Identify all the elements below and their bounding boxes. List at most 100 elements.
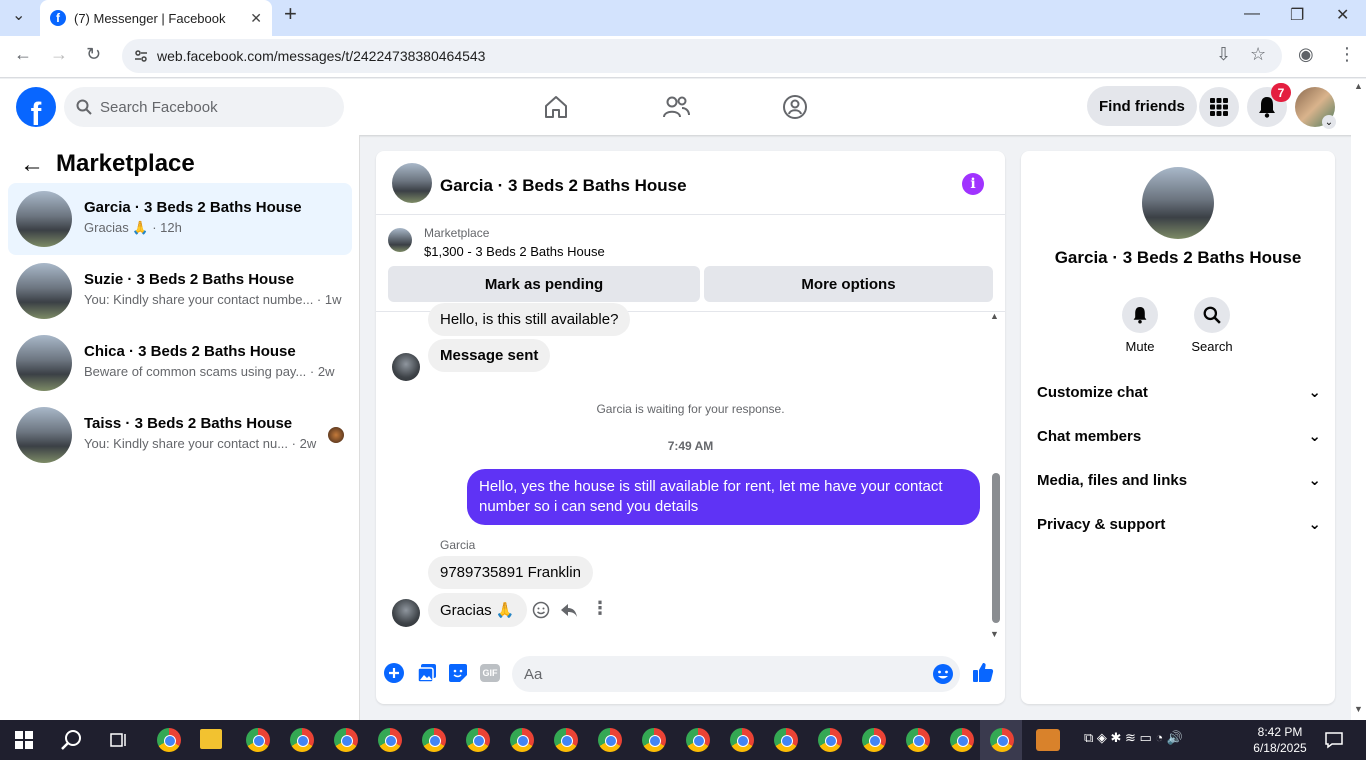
scroll-down-icon[interactable]: ▼ bbox=[990, 629, 999, 639]
photo-icon[interactable] bbox=[417, 663, 437, 683]
listing-thumbnail bbox=[16, 191, 72, 247]
bookmark-star-icon[interactable]: ☆ bbox=[1250, 44, 1266, 65]
chrome-taskbar-icon[interactable] bbox=[730, 728, 754, 752]
facebook-search[interactable]: Search Facebook bbox=[64, 87, 344, 127]
incoming-message[interactable]: 9789735891 Franklin bbox=[428, 556, 593, 589]
action-center-icon[interactable] bbox=[1325, 731, 1343, 749]
back-arrow-icon[interactable]: ← bbox=[20, 151, 44, 179]
chrome-taskbar-icon[interactable] bbox=[554, 728, 578, 752]
tab-title: (7) Messenger | Facebook bbox=[74, 10, 226, 26]
row-label: Chat members bbox=[1037, 427, 1142, 445]
chrome-taskbar-icon[interactable] bbox=[906, 728, 930, 752]
tab-list-chevron-icon[interactable]: ⌄ bbox=[12, 5, 25, 25]
browser-menu-icon[interactable]: ⋮ bbox=[1338, 44, 1356, 65]
search-label: Search bbox=[1191, 339, 1233, 354]
incoming-message[interactable]: Message sent bbox=[428, 339, 551, 372]
file-explorer-icon[interactable] bbox=[200, 729, 222, 749]
chrome-taskbar-icon[interactable] bbox=[774, 728, 798, 752]
close-tab-icon[interactable]: ✕ bbox=[250, 10, 262, 27]
more-options-button[interactable]: More options bbox=[704, 266, 993, 302]
gif-icon[interactable]: GIF bbox=[480, 664, 500, 682]
chrome-taskbar-icon[interactable] bbox=[642, 728, 666, 752]
menu-grid-icon[interactable] bbox=[1199, 87, 1239, 127]
profile-icon[interactable]: ◉ bbox=[1298, 44, 1314, 65]
listing-thumbnail[interactable] bbox=[1142, 167, 1214, 239]
listing-price-title[interactable]: $1,300 - 3 Beds 2 Baths House bbox=[424, 244, 605, 259]
privacy-support-row[interactable]: Privacy & support ⌄ bbox=[1037, 504, 1321, 544]
reload-icon[interactable]: ↻ bbox=[86, 44, 101, 65]
media-files-links-row[interactable]: Media, files and links ⌄ bbox=[1037, 460, 1321, 500]
windows-start-icon[interactable] bbox=[15, 731, 33, 749]
chrome-taskbar-icon[interactable] bbox=[334, 728, 358, 752]
chrome-taskbar-icon[interactable] bbox=[290, 728, 314, 752]
conversation-item[interactable]: Suzie · 3 Beds 2 Baths House You: Kindly… bbox=[8, 255, 352, 327]
scroll-thumb[interactable] bbox=[992, 473, 1000, 623]
chat-members-row[interactable]: Chat members ⌄ bbox=[1037, 416, 1321, 456]
react-emoji-icon[interactable] bbox=[532, 601, 550, 619]
browser-tab[interactable]: f (7) Messenger | Facebook ✕ bbox=[40, 0, 272, 36]
site-info-icon[interactable] bbox=[134, 49, 148, 63]
chrome-taskbar-icon[interactable] bbox=[598, 728, 622, 752]
chrome-taskbar-icon[interactable] bbox=[862, 728, 886, 752]
chat-scrollbar[interactable]: ▲ ▼ bbox=[990, 311, 1000, 643]
address-field[interactable]: web.facebook.com/messages/t/242247383804… bbox=[122, 39, 1282, 73]
chrome-taskbar-icon[interactable] bbox=[818, 728, 842, 752]
mute-button[interactable]: Mute bbox=[1112, 297, 1168, 354]
notification-app-icon[interactable] bbox=[1036, 729, 1060, 751]
conversation-item[interactable]: Garcia · 3 Beds 2 Baths House Gracias 🙏 … bbox=[8, 183, 352, 255]
chrome-taskbar-icon[interactable] bbox=[990, 728, 1014, 752]
listing-thumbnail bbox=[16, 263, 72, 319]
like-thumb-icon[interactable] bbox=[972, 661, 994, 683]
task-view-icon[interactable] bbox=[110, 731, 128, 749]
minimize-icon[interactable]: — bbox=[1244, 5, 1260, 23]
incoming-message[interactable]: Hello, is this still available? bbox=[428, 303, 631, 336]
facebook-logo-icon[interactable]: f bbox=[16, 87, 56, 127]
conversation-item[interactable]: Chica · 3 Beds 2 Baths House Beware of c… bbox=[8, 327, 352, 399]
page-scrollbar[interactable]: ▲ ▼ bbox=[1351, 79, 1366, 720]
emoji-icon[interactable] bbox=[932, 663, 954, 685]
outgoing-message[interactable]: Hello, yes the house is still available … bbox=[467, 469, 980, 525]
tray-icons[interactable]: ⧉ ◈ ✱ ≋ ▭ ◔ 🔊 bbox=[1084, 730, 1183, 746]
chrome-taskbar-icon[interactable] bbox=[246, 728, 270, 752]
more-actions-icon[interactable]: ⋮ bbox=[591, 598, 609, 619]
mute-label: Mute bbox=[1125, 339, 1155, 354]
chrome-taskbar-icon[interactable] bbox=[378, 728, 402, 752]
listing-thumbnail[interactable] bbox=[388, 228, 412, 252]
listing-thumbnail[interactable] bbox=[392, 163, 432, 203]
new-tab-icon[interactable]: + bbox=[284, 1, 297, 27]
find-friends-button[interactable]: Find friends bbox=[1087, 86, 1197, 126]
restore-icon[interactable]: ❐ bbox=[1290, 5, 1304, 25]
reply-icon[interactable] bbox=[560, 601, 578, 619]
scroll-down-icon[interactable]: ▼ bbox=[1354, 704, 1363, 714]
window-close-icon[interactable]: ✕ bbox=[1336, 5, 1349, 25]
mark-as-pending-button[interactable]: Mark as pending bbox=[388, 266, 700, 302]
chrome-taskbar-icon[interactable] bbox=[422, 728, 446, 752]
chrome-taskbar-icon[interactable] bbox=[466, 728, 490, 752]
friends-icon[interactable] bbox=[660, 91, 692, 123]
forward-icon[interactable]: → bbox=[50, 44, 68, 65]
home-icon[interactable] bbox=[540, 91, 572, 123]
browser-toolbar: ← → ↻ web.facebook.com/messages/t/242247… bbox=[0, 36, 1366, 78]
account-chevron-down-icon[interactable]: ⌄ bbox=[1322, 115, 1336, 129]
conversation-item[interactable]: Taiss · 3 Beds 2 Baths House You: Kindly… bbox=[8, 399, 352, 471]
groups-icon[interactable] bbox=[779, 91, 811, 123]
taskbar-clock[interactable]: 8:42 PM 6/18/2025 bbox=[1250, 724, 1310, 756]
chrome-taskbar-icon[interactable] bbox=[950, 728, 974, 752]
incoming-message[interactable]: Gracias 🙏 bbox=[428, 593, 527, 627]
sticker-icon[interactable] bbox=[448, 663, 468, 683]
taskbar-search-icon[interactable] bbox=[60, 729, 82, 751]
message-input[interactable]: Aa bbox=[512, 656, 960, 692]
add-attachment-icon[interactable] bbox=[384, 663, 404, 683]
chrome-taskbar-icon[interactable] bbox=[510, 728, 534, 752]
chrome-taskbar-icon[interactable] bbox=[157, 728, 181, 752]
chat-title[interactable]: Garcia · 3 Beds 2 Baths House bbox=[440, 176, 687, 196]
install-app-icon[interactable]: ⇩ bbox=[1216, 44, 1231, 65]
chrome-taskbar-icon[interactable] bbox=[686, 728, 710, 752]
back-icon[interactable]: ← bbox=[14, 44, 32, 65]
info-icon[interactable]: i bbox=[962, 173, 984, 195]
scroll-up-icon[interactable]: ▲ bbox=[990, 311, 999, 321]
customize-chat-row[interactable]: Customize chat ⌄ bbox=[1037, 372, 1321, 412]
row-label: Media, files and links bbox=[1037, 471, 1188, 489]
search-in-conversation-button[interactable]: Search bbox=[1184, 297, 1240, 354]
scroll-up-icon[interactable]: ▲ bbox=[1354, 81, 1363, 91]
